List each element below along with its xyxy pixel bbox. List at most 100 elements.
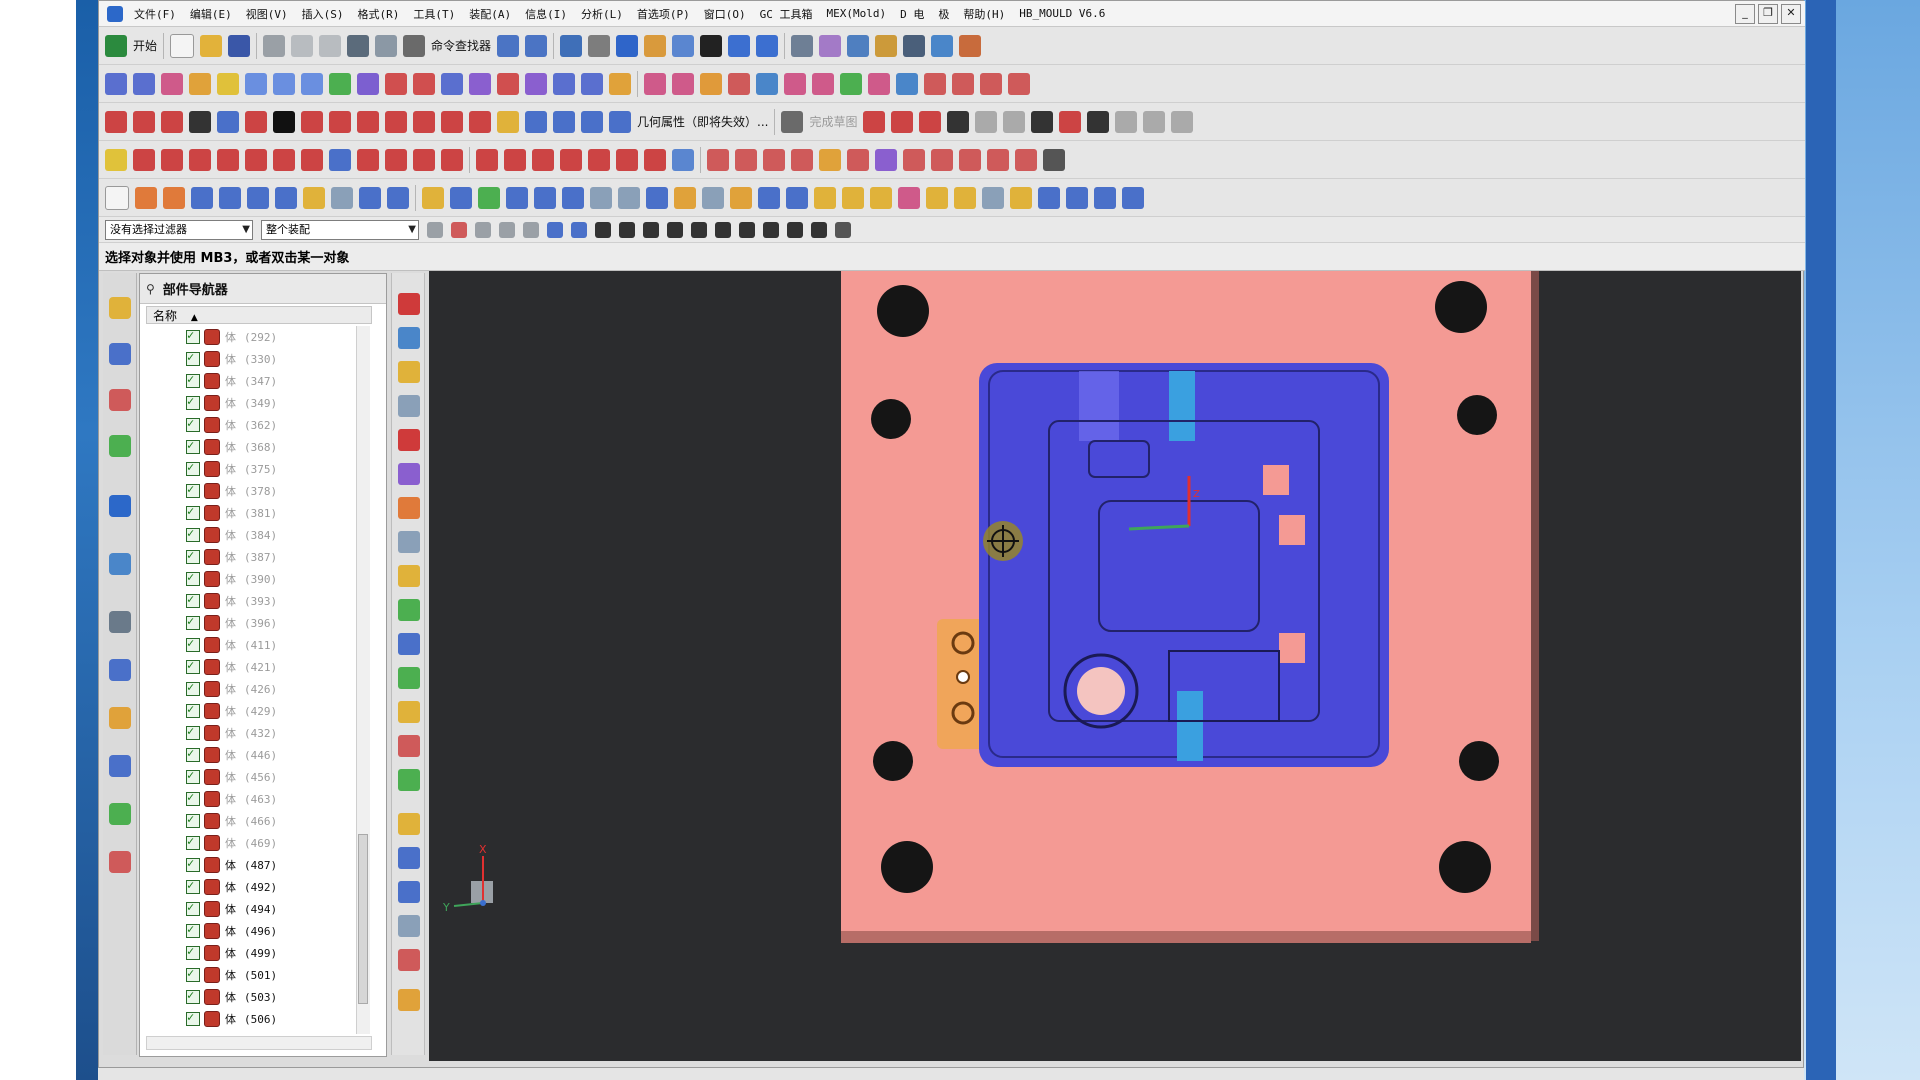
tool-icon[interactable] [1171,110,1194,133]
mold-tool-icon[interactable] [1043,148,1065,171]
tool-icon[interactable] [357,72,379,95]
cylinder-icon[interactable] [387,186,409,209]
circle-icon[interactable] [588,148,610,171]
mold-tool-icon[interactable] [398,531,420,553]
circle-icon[interactable] [476,148,498,171]
line-icon[interactable] [105,110,127,133]
tool-icon[interactable] [952,72,974,95]
tool-icon[interactable] [161,148,183,171]
tool-icon[interactable] [784,72,806,95]
tree-row[interactable]: 体 (393) [146,590,356,612]
mold-tool-icon[interactable] [707,148,729,171]
tool-icon[interactable] [926,186,948,209]
tree-row[interactable]: 体 (411) [146,634,356,656]
tool-icon[interactable] [1003,110,1026,133]
system-scene-icon[interactable] [109,851,131,873]
tree-row[interactable]: 体 (292) [146,326,356,348]
scrollbar-thumb[interactable] [358,834,368,1004]
tool-icon[interactable] [756,72,778,95]
menu-preferences[interactable]: 首选项(P) [630,6,697,22]
snap-point-icon[interactable] [787,221,803,238]
mold-tool-icon[interactable] [875,148,897,171]
mold-tool-icon[interactable] [791,148,813,171]
tree-row[interactable]: 体 (368) [146,436,356,458]
tool-icon[interactable] [581,110,603,133]
measure-icon[interactable] [959,34,982,57]
section-icon[interactable] [728,34,751,57]
filter-tool-icon[interactable] [547,221,563,238]
tree-row[interactable]: 体 (387) [146,546,356,568]
tool-icon[interactable] [786,186,808,209]
visibility-checkbox[interactable] [186,834,200,850]
visibility-checkbox[interactable] [186,790,200,806]
tool-icon[interactable] [247,186,269,209]
tool-icon[interactable] [497,110,519,133]
tree-row[interactable]: 体 (390) [146,568,356,590]
circle-icon[interactable] [532,148,554,171]
mold-tool-icon[interactable] [398,293,420,315]
mold-tool-icon[interactable] [398,915,420,937]
menu-file[interactable]: 文件(F) [127,6,183,22]
start-button-label[interactable]: 开始 [133,37,157,54]
mold-tool-icon[interactable] [398,881,420,903]
circle-icon[interactable] [161,110,183,133]
menu-tools[interactable]: 工具(T) [406,6,462,22]
palette-icon[interactable] [109,659,131,681]
mold-tool-icon[interactable] [398,327,420,349]
visibility-checkbox[interactable] [186,372,200,388]
mold-tool-icon[interactable] [398,667,420,689]
menu-gc-toolbox[interactable]: GC 工具箱 [753,6,820,22]
mold-tool-icon[interactable] [735,148,757,171]
geometry-properties-label[interactable]: 几何属性（即将失效）... [637,113,768,130]
rectangle-icon[interactable] [1031,110,1054,133]
menu-hb-mould[interactable]: HB_MOULD V6.6 [1012,7,1112,20]
tool-icon[interactable] [702,186,724,209]
tool-icon[interactable] [161,72,183,95]
tool-icon[interactable] [1010,186,1032,209]
visibility-checkbox[interactable] [186,460,200,476]
column-header-name[interactable]: 名称 ▲ [146,306,372,324]
layer-icon[interactable] [756,34,779,57]
tool-icon[interactable] [1122,186,1144,209]
mold-tool-icon[interactable] [398,599,420,621]
filter-tool-icon[interactable] [451,221,467,238]
tree-row[interactable]: 体 (384) [146,524,356,546]
copy-icon[interactable] [291,34,314,57]
reuse-library-icon[interactable] [109,435,131,457]
visibility-checkbox[interactable] [186,394,200,410]
mold-tool-icon[interactable] [398,813,420,835]
tool-icon[interactable] [478,186,500,209]
selection-scope-dropdown[interactable]: 整个装配 [261,219,419,240]
tool-icon[interactable] [730,186,752,209]
tool-icon[interactable] [700,72,722,95]
tool-icon[interactable] [672,148,694,171]
tool-icon[interactable] [863,110,886,133]
tool-icon[interactable] [329,72,351,95]
tree-row[interactable]: 体 (349) [146,392,356,414]
paste-icon[interactable] [319,34,342,57]
snap-point-icon[interactable] [811,221,827,238]
tool-icon[interactable] [609,110,631,133]
tool-icon[interactable] [581,72,603,95]
snap-point-icon[interactable] [595,221,611,238]
web-browser-icon[interactable] [109,495,131,517]
visibility-checkbox[interactable] [186,922,200,938]
mold-tool-icon[interactable] [931,148,953,171]
tree-row[interactable]: 体 (446) [146,744,356,766]
tool-icon[interactable] [847,34,870,57]
circle-icon[interactable] [947,110,970,133]
tool-icon[interactable] [441,72,463,95]
tree-row[interactable]: 体 (496) [146,920,356,942]
tool-icon[interactable] [980,72,1002,95]
tool-icon[interactable] [217,110,239,133]
tool-icon[interactable] [413,110,435,133]
tool-icon[interactable] [954,186,976,209]
extrude-icon[interactable] [135,186,157,209]
view-icon[interactable] [644,34,667,57]
tool-icon[interactable] [506,186,528,209]
point-icon[interactable] [245,110,267,133]
tool-icon[interactable] [450,186,472,209]
filter-tool-icon[interactable] [475,221,491,238]
command-finder-label[interactable]: 命令查找器 [431,37,491,54]
tool-icon[interactable] [385,148,407,171]
